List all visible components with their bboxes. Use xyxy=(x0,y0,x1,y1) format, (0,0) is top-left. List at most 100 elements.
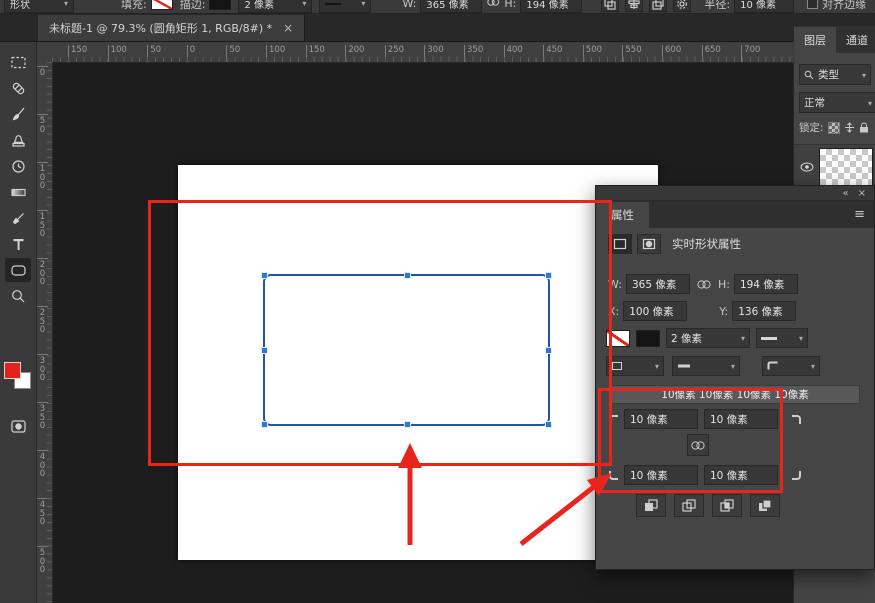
tab-properties[interactable]: 属性 xyxy=(596,202,649,228)
path-operations-icon[interactable] xyxy=(601,0,620,12)
type-tool[interactable] xyxy=(5,232,31,256)
stroke-width-dropdown[interactable]: 2 像素 xyxy=(666,328,750,348)
close-document-icon[interactable]: × xyxy=(283,21,293,35)
height-input[interactable]: 194 像素 xyxy=(520,0,583,13)
tab-layers[interactable]: 图层 xyxy=(794,27,836,53)
path-arrangement-icon[interactable] xyxy=(649,0,668,12)
tab-channels[interactable]: 通道 xyxy=(836,27,875,53)
shape-handle[interactable] xyxy=(545,347,552,354)
stroke-swatch[interactable] xyxy=(209,0,232,10)
stroke-corners-icon xyxy=(767,361,778,370)
radius-value: 10 像素 xyxy=(740,0,776,11)
shape-handle[interactable] xyxy=(261,272,268,279)
zoom-tool[interactable] xyxy=(5,284,31,308)
ruler-top-label: 50 xyxy=(226,45,240,62)
history-brush-tool[interactable] xyxy=(5,154,31,178)
foreground-color-swatch[interactable] xyxy=(4,362,21,379)
document-tab[interactable]: 未标题-1 @ 79.3% (圆角矩形 1, RGB/8#) * × xyxy=(38,15,306,41)
pathfinder-merge-icon[interactable] xyxy=(636,494,666,517)
stroke-swatch[interactable] xyxy=(636,329,660,347)
collapse-panel-icon[interactable]: « xyxy=(842,188,848,199)
ruler-top-label: 600 xyxy=(662,45,681,62)
stroke-type-dropdown[interactable] xyxy=(319,0,372,13)
radius-top-left-input[interactable]: 10 像素 xyxy=(624,409,698,429)
rounded-rectangle-tool[interactable] xyxy=(5,258,31,282)
stroke-align-dropdown[interactable] xyxy=(606,356,664,376)
link-dimensions-icon[interactable] xyxy=(486,0,500,10)
shape-properties-icon[interactable] xyxy=(608,234,632,254)
ruler-top: 150 100 50 0 50 100 150 200 250 300 350 400 450 500 55… xyxy=(52,42,795,63)
ruler-origin-corner[interactable] xyxy=(36,42,53,63)
h-label: H: xyxy=(717,277,730,291)
radius-bottom-right-input[interactable]: 10 像素 xyxy=(704,465,778,485)
radius-top-right-input[interactable]: 10 像素 xyxy=(704,409,778,429)
fill-swatch[interactable] xyxy=(150,0,173,10)
ruler-top-label: 450 xyxy=(543,45,562,62)
x-input[interactable]: 100 像素 xyxy=(623,301,688,321)
mask-properties-icon[interactable] xyxy=(637,234,661,254)
pathfinder-subtract-icon[interactable] xyxy=(674,494,704,517)
shape-handle[interactable] xyxy=(545,272,552,279)
link-radius-row xyxy=(596,434,875,456)
radius-input[interactable]: 10 像素 xyxy=(734,0,795,13)
ruler-left-label: 100 xyxy=(37,162,48,191)
ruler-left-label: 50 xyxy=(37,114,48,134)
stroke-width-dropdown[interactable]: 2 像素 xyxy=(238,0,313,13)
shape-handle[interactable] xyxy=(545,421,552,428)
ruler-top-label: 150 xyxy=(305,45,325,62)
stroke-caps-dropdown[interactable] xyxy=(672,356,740,376)
link-corner-radii-icon[interactable] xyxy=(687,434,709,456)
layer-thumbnail[interactable] xyxy=(819,148,873,186)
lock-position-icon[interactable] xyxy=(844,122,855,133)
lock-transparency-icon[interactable] xyxy=(827,121,840,134)
shape-handle[interactable] xyxy=(403,272,411,279)
stroke-align-icon xyxy=(612,362,622,370)
shape-handle[interactable] xyxy=(403,421,411,428)
ruler-top-label: 50 xyxy=(147,45,161,62)
lock-all-icon[interactable] xyxy=(859,122,869,133)
panel-menu-icon[interactable]: ≡ xyxy=(854,207,874,228)
path-alignment-icon[interactable] xyxy=(625,0,644,12)
pathfinder-exclude-icon[interactable] xyxy=(750,494,780,517)
blend-mode-dropdown[interactable]: 正常 xyxy=(799,92,875,113)
height-value: 194 像素 xyxy=(526,0,569,11)
stroke-type-dropdown[interactable] xyxy=(756,328,808,348)
layer-visibility-eye-icon[interactable] xyxy=(800,162,814,172)
fill-swatch[interactable] xyxy=(606,329,630,347)
rounded-rectangle-shape[interactable] xyxy=(261,272,552,428)
rectangular-marquee-tool[interactable] xyxy=(5,50,31,74)
pathfinder-intersect-icon[interactable] xyxy=(712,494,742,517)
ruler-top-label: 400 xyxy=(503,45,523,62)
radius-label: 半径: xyxy=(704,0,731,11)
ruler-left-label: 350 xyxy=(37,402,48,431)
radius-summary-field[interactable]: 10像素 10像素 10像素 10像素 xyxy=(610,385,860,404)
shape-properties-title-row: 实时形状属性 xyxy=(596,234,875,254)
stroke-label: 描边: xyxy=(179,0,206,11)
eyedropper-tool[interactable] xyxy=(5,206,31,230)
y-input[interactable]: 136 像素 xyxy=(732,301,797,321)
gear-icon[interactable] xyxy=(673,0,692,12)
radius-tl-value: 10 像素 xyxy=(630,413,668,426)
document-page[interactable] xyxy=(178,165,658,560)
quick-mask-icon[interactable] xyxy=(5,414,31,438)
shape-handle[interactable] xyxy=(261,421,268,428)
close-panel-icon[interactable]: × xyxy=(858,188,866,199)
radius-top-row: 10 像素 10 像素 xyxy=(596,409,875,429)
shape-actions-row xyxy=(596,494,875,517)
clone-stamp-tool[interactable] xyxy=(5,128,31,152)
gradient-tool[interactable] xyxy=(5,180,31,204)
link-wh-icon[interactable] xyxy=(694,274,714,294)
width-input[interactable]: 365 像素 xyxy=(420,0,483,13)
shape-handle[interactable] xyxy=(261,347,268,354)
stroke-corners-dropdown[interactable] xyxy=(762,356,820,376)
top-right-corner-icon xyxy=(792,414,801,424)
healing-brush-tool[interactable] xyxy=(5,76,31,100)
layer-filter-dropdown[interactable]: 类型 xyxy=(799,64,871,85)
radius-bottom-left-input[interactable]: 10 像素 xyxy=(624,465,698,485)
w-input[interactable]: 365 像素 xyxy=(625,274,690,294)
layer-row[interactable] xyxy=(794,144,875,190)
brush-tool[interactable] xyxy=(5,102,31,126)
h-input[interactable]: 194 像素 xyxy=(733,274,798,294)
align-edges-checkbox[interactable] xyxy=(807,0,819,9)
tool-mode-dropdown[interactable]: 形状 xyxy=(4,0,74,13)
